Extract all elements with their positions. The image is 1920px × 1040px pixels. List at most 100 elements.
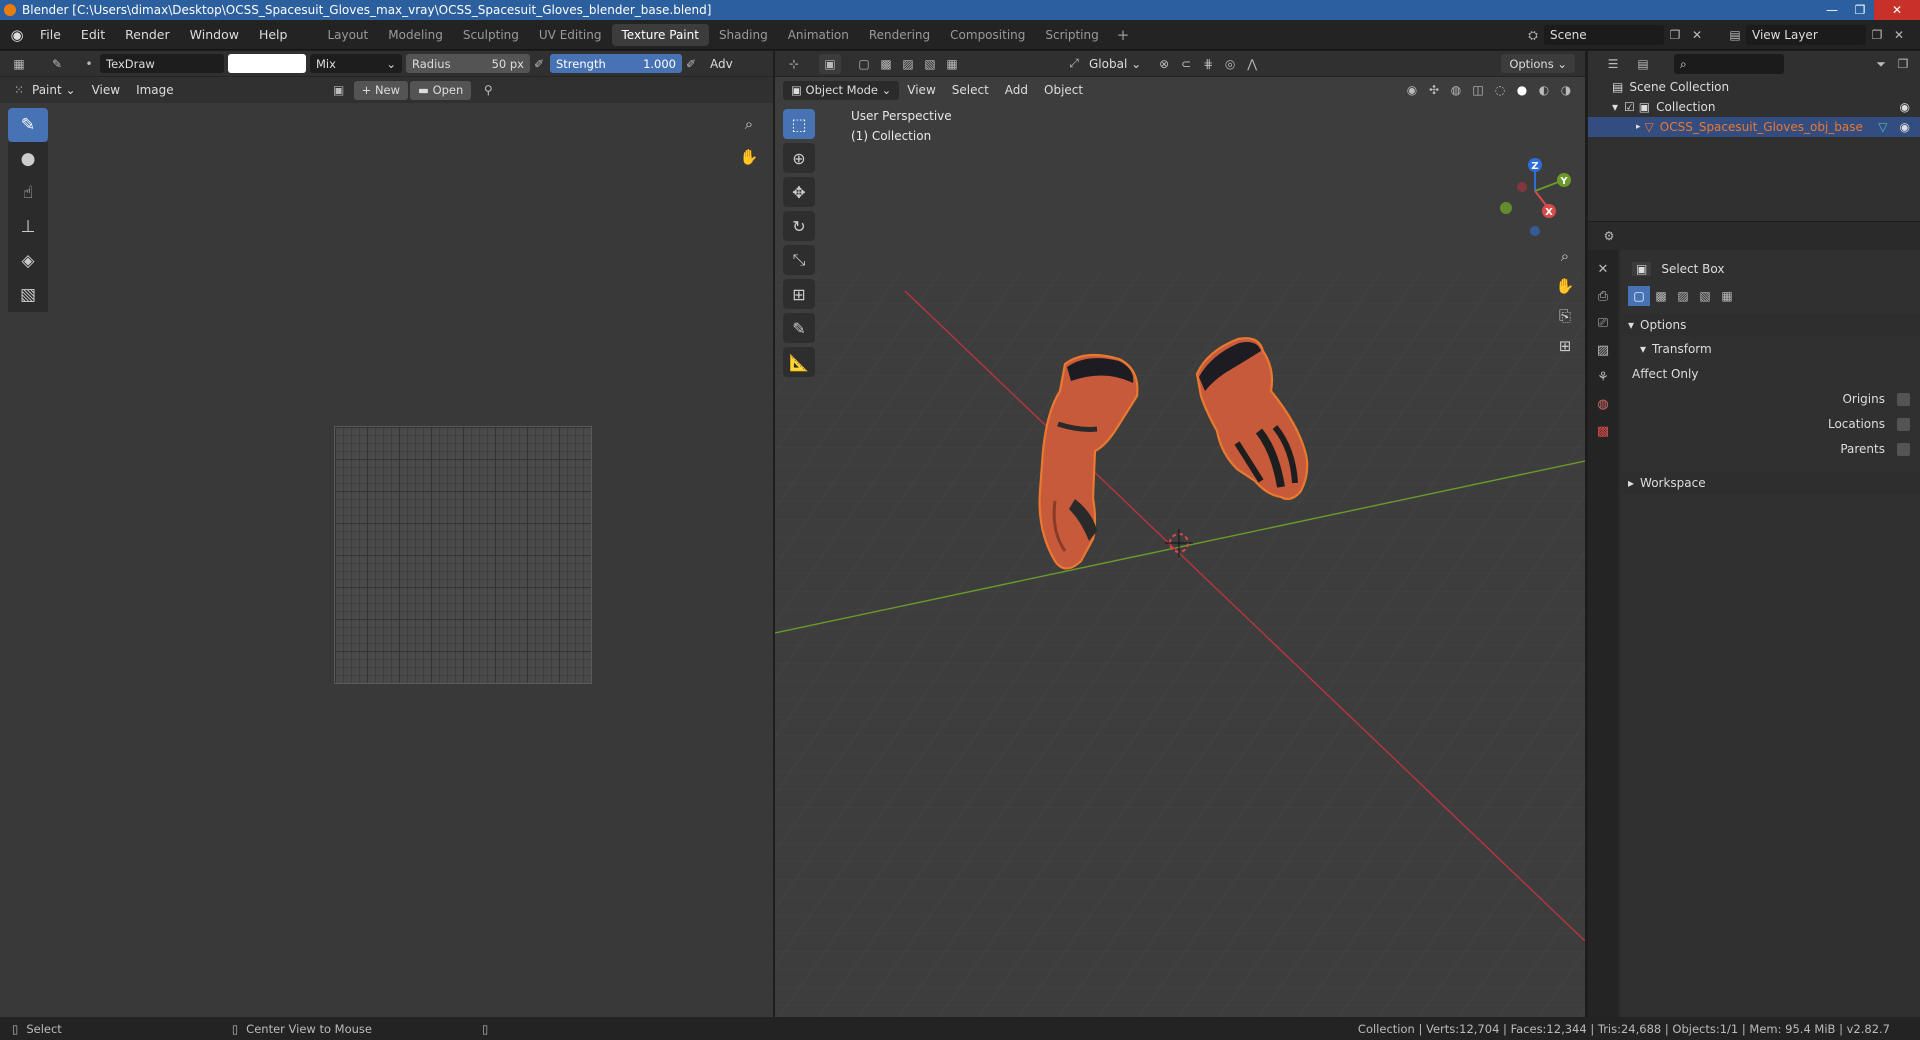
proportional-edit-icon[interactable]: ◎ xyxy=(1219,54,1241,74)
mode-difference-icon[interactable]: ▧ xyxy=(1694,286,1716,306)
delete-view-layer-icon[interactable]: ✕ xyxy=(1888,25,1910,45)
fill-tool-icon[interactable]: ◈ xyxy=(8,244,48,278)
origins-row[interactable]: Origins xyxy=(1620,389,1920,409)
view-layer-field[interactable]: View Layer xyxy=(1746,25,1866,45)
parents-checkbox[interactable] xyxy=(1897,442,1910,456)
outliner-row-object[interactable]: ▸ ▽ OCSS_Spacesuit_Gloves_obj_base ▽ ◉ xyxy=(1588,117,1920,137)
uv-image-canvas[interactable] xyxy=(334,426,592,684)
menu-select[interactable]: Select xyxy=(944,83,997,97)
soften-tool-icon[interactable]: ● xyxy=(8,142,48,176)
exclude-checkbox-icon[interactable]: ☑ xyxy=(1624,100,1635,114)
editor-type-icon[interactable]: ⊹ xyxy=(783,54,805,74)
solid-shading-icon[interactable]: ● xyxy=(1511,80,1533,100)
mode-intersect-icon[interactable]: ▦ xyxy=(941,54,963,74)
draw-brush-tool-icon[interactable]: ✎ xyxy=(8,108,48,142)
blend-mode-select[interactable]: Mix ⌄ xyxy=(310,54,402,73)
menu-view-image-editor[interactable]: View xyxy=(84,83,128,97)
editor-type-icon[interactable]: ☰ xyxy=(1602,54,1624,74)
menu-help[interactable]: Help xyxy=(249,20,298,50)
mode-subtract-icon[interactable]: ▨ xyxy=(1672,286,1694,306)
object-visibility-eye-icon[interactable]: ◉ xyxy=(1900,120,1910,134)
fake-user-icon[interactable]: • xyxy=(78,54,100,74)
menu-image[interactable]: Image xyxy=(128,83,182,97)
brush-name-field[interactable]: TexDraw xyxy=(100,54,224,73)
clone-tool-icon[interactable]: ⊥ xyxy=(8,210,48,244)
cursor-tool-icon[interactable]: ⊕ xyxy=(783,143,815,173)
image-browse-icon[interactable]: ▣ xyxy=(328,80,350,100)
pan-hand-icon[interactable]: ✋ xyxy=(1552,273,1578,299)
strength-pressure-icon[interactable]: ✐ xyxy=(680,54,702,74)
tab-modeling[interactable]: Modeling xyxy=(378,24,453,46)
tab-uv-editing[interactable]: UV Editing xyxy=(529,24,612,46)
radius-pressure-icon[interactable]: ✐ xyxy=(528,54,550,74)
new-collection-icon[interactable]: ❐ xyxy=(1892,54,1914,74)
mode-difference-icon[interactable]: ▧ xyxy=(919,54,941,74)
menu-object[interactable]: Object xyxy=(1036,83,1091,97)
overlays-icon[interactable]: ◍ xyxy=(1445,80,1467,100)
transform-subpanel-header[interactable]: ▾ Transform xyxy=(1620,338,1920,360)
falloff-icon[interactable]: ⋀ xyxy=(1241,54,1263,74)
options-panel-header[interactable]: ▾ Options xyxy=(1620,314,1920,336)
zoom-icon[interactable]: ⌕ xyxy=(736,111,762,137)
tool-tab-icon[interactable]: ✕ xyxy=(1590,256,1616,283)
expand-arrow-icon[interactable]: ▾ xyxy=(1612,100,1618,114)
annotate-tool-icon[interactable]: ✎ xyxy=(783,313,815,343)
tab-sculpting[interactable]: Sculpting xyxy=(453,24,529,46)
material-shading-icon[interactable]: ◐ xyxy=(1533,80,1555,100)
world-tab-icon[interactable]: ◍ xyxy=(1590,391,1616,418)
tab-shading[interactable]: Shading xyxy=(709,24,778,46)
3d-viewport[interactable]: Z Y X ⊹ ▣ ▢ ▩ ▨ ▧ ▦ ⤢ Global ⌄ ⊗ ⊂ ⋕ ◎ ⋀… xyxy=(775,51,1585,1017)
outliner-search-input[interactable]: ⌕ xyxy=(1674,54,1784,74)
menu-window[interactable]: Window xyxy=(180,20,249,50)
mode-extend-icon[interactable]: ▩ xyxy=(875,54,897,74)
paint-mode-select[interactable]: Paint ⌄ xyxy=(30,83,84,97)
mode-new-icon[interactable]: ▢ xyxy=(1628,286,1650,306)
camera-view-icon[interactable]: ⎘ xyxy=(1552,303,1578,329)
maximize-button[interactable]: ❐ xyxy=(1846,0,1874,20)
menu-view[interactable]: View xyxy=(899,83,943,97)
render-tab-icon[interactable]: ⎙ xyxy=(1590,283,1616,310)
new-scene-icon[interactable]: ❐ xyxy=(1664,25,1686,45)
editor-type-icon[interactable]: ⚙ xyxy=(1598,226,1620,246)
menu-file[interactable]: File xyxy=(30,20,71,50)
transform-orientation-icon[interactable]: ⤢ xyxy=(1063,54,1085,74)
measure-tool-icon[interactable]: 📐 xyxy=(783,347,815,377)
expand-arrow-icon[interactable]: ▸ xyxy=(1636,122,1641,132)
scene-field[interactable]: Scene xyxy=(1544,25,1664,45)
collection-visibility-eye-icon[interactable]: ◉ xyxy=(1900,100,1910,114)
origins-checkbox[interactable] xyxy=(1897,392,1910,406)
tab-layout[interactable]: Layout xyxy=(317,24,378,46)
minimize-button[interactable]: — xyxy=(1818,0,1846,20)
transform-tool-icon[interactable]: ⊞ xyxy=(783,279,815,309)
close-button[interactable]: ✕ xyxy=(1874,0,1920,20)
display-mode-icon[interactable]: ▤ xyxy=(1632,54,1654,74)
tab-texture-paint[interactable]: Texture Paint xyxy=(611,23,709,46)
wireframe-shading-icon[interactable]: ◌ xyxy=(1489,80,1511,100)
pivot-point-icon[interactable]: ⊗ xyxy=(1153,54,1175,74)
locations-checkbox[interactable] xyxy=(1897,417,1910,431)
xray-icon[interactable]: ◫ xyxy=(1467,80,1489,100)
mode-new-icon[interactable]: ▢ xyxy=(853,54,875,74)
new-image-button[interactable]: + New xyxy=(353,80,409,100)
brush-icon[interactable]: ✎ xyxy=(46,54,68,74)
paint-mode-icon[interactable]: ⁙ xyxy=(8,80,30,100)
advanced-menu[interactable]: Adv xyxy=(702,57,741,71)
orientation-select[interactable]: Global ⌄ xyxy=(1085,57,1145,71)
outliner-row-scene-collection[interactable]: ▤ Scene Collection xyxy=(1588,77,1920,97)
tab-animation[interactable]: Animation xyxy=(778,24,859,46)
workspace-panel-header[interactable]: ▸ Workspace xyxy=(1620,472,1920,494)
editor-type-icon[interactable]: ▦ xyxy=(8,54,30,74)
mesh-data-icon[interactable]: ▽ xyxy=(1878,120,1887,134)
tab-rendering[interactable]: Rendering xyxy=(859,24,940,46)
menu-add[interactable]: Add xyxy=(997,83,1036,97)
pin-icon[interactable]: ⚲ xyxy=(477,80,499,100)
delete-scene-icon[interactable]: ✕ xyxy=(1686,25,1708,45)
scene-tab-icon[interactable]: ⚘ xyxy=(1590,364,1616,391)
snap-element-icon[interactable]: ⋕ xyxy=(1197,54,1219,74)
filter-icon[interactable]: ⏷ xyxy=(1870,54,1892,74)
texture-tab-icon[interactable]: ▩ xyxy=(1590,418,1616,445)
scale-tool-icon[interactable]: ⤡ xyxy=(783,245,815,275)
add-workspace-button[interactable]: + xyxy=(1109,26,1138,44)
select-tool-icon[interactable]: ⬚ xyxy=(783,109,815,139)
perspective-toggle-icon[interactable]: ⊞ xyxy=(1552,333,1578,359)
